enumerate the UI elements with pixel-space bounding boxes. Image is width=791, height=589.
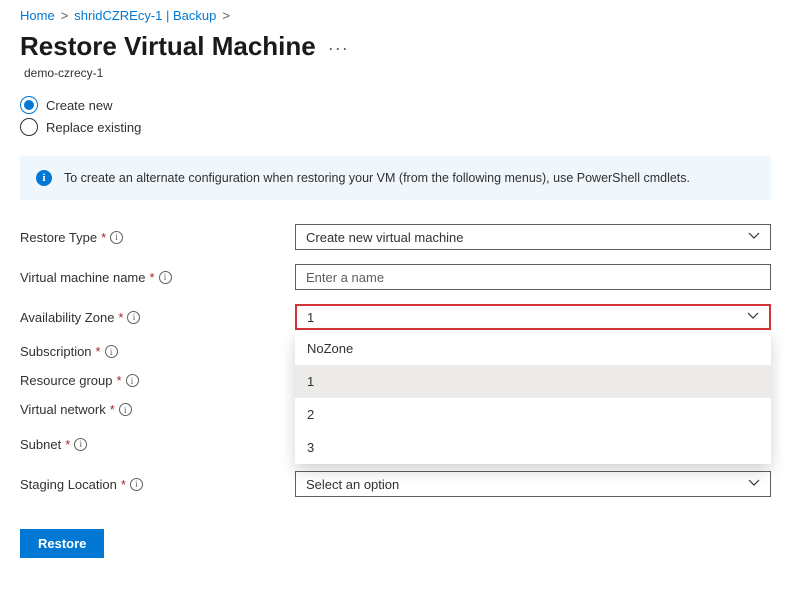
restore-mode-group: Create new Replace existing bbox=[20, 96, 771, 136]
required-icon: * bbox=[96, 344, 101, 359]
required-icon: * bbox=[117, 373, 122, 388]
required-icon: * bbox=[150, 270, 155, 285]
help-icon[interactable]: i bbox=[127, 311, 140, 324]
page-title: Restore Virtual Machine bbox=[20, 31, 316, 62]
chevron-down-icon bbox=[747, 310, 759, 325]
radio-icon bbox=[20, 96, 38, 114]
row-staging-location: Staging Location * i Select an option bbox=[20, 471, 771, 497]
label-availability-zone: Availability Zone bbox=[20, 310, 114, 325]
label-subscription: Subscription bbox=[20, 344, 92, 359]
select-value: Select an option bbox=[306, 477, 399, 492]
chevron-down-icon bbox=[748, 230, 760, 245]
chevron-right-icon: > bbox=[222, 8, 230, 23]
dropdown-item-1[interactable]: 1 bbox=[295, 365, 771, 398]
info-text: To create an alternate configuration whe… bbox=[64, 171, 690, 185]
help-icon[interactable]: i bbox=[105, 345, 118, 358]
label-subnet: Subnet bbox=[20, 437, 61, 452]
label-staging-location: Staging Location bbox=[20, 477, 117, 492]
help-icon[interactable]: i bbox=[130, 478, 143, 491]
radio-label: Replace existing bbox=[46, 120, 141, 135]
dropdown-item-3[interactable]: 3 bbox=[295, 431, 771, 464]
row-restore-type: Restore Type * i Create new virtual mach… bbox=[20, 224, 771, 250]
help-icon[interactable]: i bbox=[110, 231, 123, 244]
help-icon[interactable]: i bbox=[74, 438, 87, 451]
select-availability-zone[interactable]: 1 bbox=[295, 304, 771, 330]
radio-create-new[interactable]: Create new bbox=[20, 96, 771, 114]
select-value: Create new virtual machine bbox=[306, 230, 464, 245]
label-restore-type: Restore Type bbox=[20, 230, 97, 245]
breadcrumb: Home > shridCZREcy-1 | Backup > bbox=[20, 8, 771, 23]
more-icon[interactable]: ··· bbox=[328, 38, 349, 59]
radio-replace-existing[interactable]: Replace existing bbox=[20, 118, 771, 136]
restore-button[interactable]: Restore bbox=[20, 529, 104, 558]
dropdown-item-2[interactable]: 2 bbox=[295, 398, 771, 431]
availability-zone-dropdown: NoZone 1 2 3 bbox=[295, 332, 771, 464]
select-staging-location[interactable]: Select an option bbox=[295, 471, 771, 497]
help-icon[interactable]: i bbox=[119, 403, 132, 416]
dropdown-item-nozone[interactable]: NoZone bbox=[295, 332, 771, 365]
required-icon: * bbox=[110, 402, 115, 417]
chevron-right-icon: > bbox=[61, 8, 69, 23]
required-icon: * bbox=[121, 477, 126, 492]
help-icon[interactable]: i bbox=[159, 271, 172, 284]
label-virtual-network: Virtual network bbox=[20, 402, 106, 417]
required-icon: * bbox=[101, 230, 106, 245]
breadcrumb-item[interactable]: shridCZREcy-1 | Backup bbox=[74, 8, 216, 23]
select-restore-type[interactable]: Create new virtual machine bbox=[295, 224, 771, 250]
row-vm-name: Virtual machine name * i Enter a name bbox=[20, 264, 771, 290]
chevron-down-icon bbox=[748, 477, 760, 492]
help-icon[interactable]: i bbox=[126, 374, 139, 387]
input-placeholder: Enter a name bbox=[306, 270, 384, 285]
input-vm-name[interactable]: Enter a name bbox=[295, 264, 771, 290]
row-availability-zone: Availability Zone * i 1 NoZone 1 2 3 bbox=[20, 304, 771, 330]
select-value: 1 bbox=[307, 310, 314, 325]
radio-icon bbox=[20, 118, 38, 136]
required-icon: * bbox=[118, 310, 123, 325]
label-resource-group: Resource group bbox=[20, 373, 113, 388]
breadcrumb-home[interactable]: Home bbox=[20, 8, 55, 23]
info-banner: i To create an alternate configuration w… bbox=[20, 156, 771, 200]
label-vm-name: Virtual machine name bbox=[20, 270, 146, 285]
page-subtitle: demo-czrecy-1 bbox=[24, 66, 771, 80]
info-icon: i bbox=[36, 170, 52, 186]
radio-label: Create new bbox=[46, 98, 112, 113]
required-icon: * bbox=[65, 437, 70, 452]
